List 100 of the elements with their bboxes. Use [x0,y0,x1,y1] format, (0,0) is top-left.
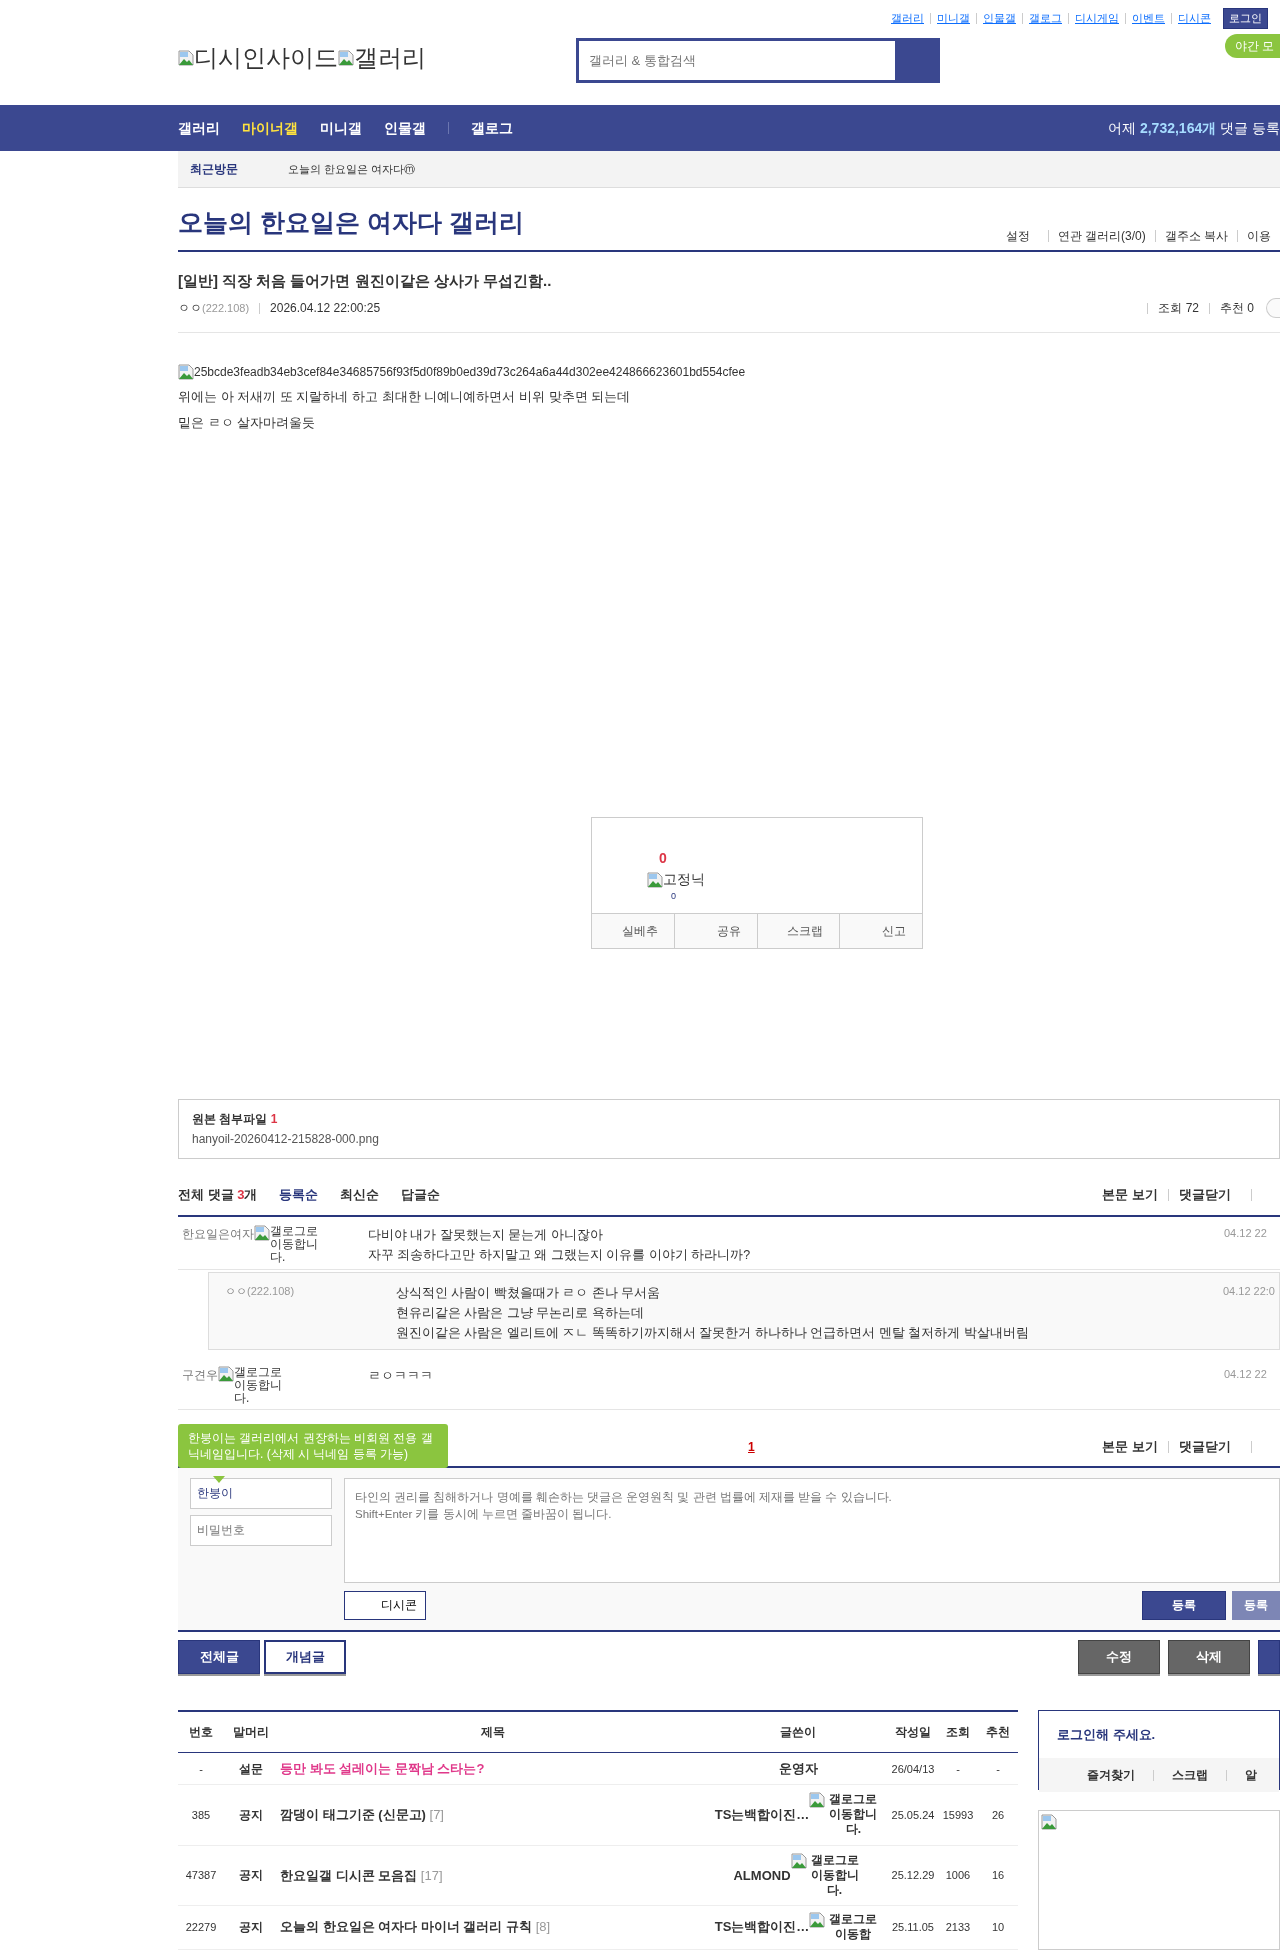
badge-alt-text[interactable]: 갤로그로 이동합 [825,1912,882,1943]
broken-image-icon [178,364,194,380]
comment-date: 04.12 22 [1224,1366,1268,1382]
login-button[interactable]: 로그인 [1223,8,1268,29]
column-header: 글쓴이 [708,1710,888,1753]
sidebar-link[interactable]: 즐겨찾기 [1087,1769,1153,1781]
vote-action-button[interactable]: 신고 [839,914,922,948]
action-button[interactable]: 수정 [1078,1639,1160,1674]
password-field[interactable]: 비밀번호 [190,1514,332,1546]
top-link[interactable]: 미니갤 [930,12,976,24]
comment-text: ㄹㅇㅋㅋㅋ [368,1367,434,1385]
vote-action-button[interactable]: 실베추 [592,914,674,948]
vote-action-button[interactable]: 스크랩 [756,914,840,948]
nav-link[interactable]: 마이너갤 [242,117,298,139]
sort-tab[interactable]: 최신순 [340,1185,380,1205]
list-button[interactable]: 개념글 [264,1639,346,1674]
badge-alt-text[interactable]: 갤로그로 이동합니다. [234,1365,289,1405]
row-category: 공지 [224,1845,278,1906]
row-date: 25.12.29 [888,1845,938,1906]
column-header: 말머리 [224,1710,278,1753]
comment-count: 전체 댓글 3개 [178,1186,258,1204]
top-link[interactable]: 갤로그 [1022,12,1068,24]
sort-tab[interactable]: 등록순 [279,1185,319,1205]
login-prompt[interactable]: 로그인해 주세요. [1039,1710,1279,1758]
gallery-title[interactable]: 오늘의 한요일은 여자다 갤러리 [178,204,524,242]
name-field[interactable]: 한붕이 [190,1477,332,1509]
nav-link[interactable]: 갤러리 [178,117,220,139]
writer-name[interactable]: 운영자 [778,1761,818,1777]
sidebar-link[interactable]: 알 [1226,1769,1275,1781]
comment-author[interactable]: 한요일은여자 [182,1224,254,1265]
row-date: 25.11.05 [888,1905,938,1949]
post-title-link[interactable]: 깜댕이 태그기준 (신문고) [280,1807,426,1823]
writer-name[interactable]: ALMOND [733,1867,791,1883]
view-count: 조회 72 [1158,300,1199,317]
page-link[interactable]: 1 [748,1437,755,1456]
comment-link[interactable]: 본문 보기 [1092,1188,1168,1201]
recent-link[interactable]: 오늘의 한요일은 여자다ⓜ [288,160,416,178]
column-header: 번호 [178,1710,224,1753]
post-text: 위에는 아 저새끼 또 지랄하네 하고 최대한 니예니예하면서 비위 맞추면 되는데 [178,388,632,406]
vote-action-button[interactable]: 공유 [673,914,757,948]
nav-link[interactable]: 인물갤 [384,117,426,139]
recommend-count: 0 [659,849,668,868]
broken-image-icon [254,1224,270,1241]
comment-text: 원진이같은 사람은 엘리트에 ㅈㄴ 똑똑하기까지해서 잘못한거 하나하나 언급하면서 멘탈 철저하게 박살내버림 [396,1324,1030,1342]
row-date: 26/04/13 [888,1752,938,1785]
nav-link[interactable]: 갤로그 [471,117,513,139]
top-link[interactable]: 디시콘 [1171,12,1217,24]
broken-image-icon [647,871,663,888]
row-likes: 10 [978,1905,1018,1949]
search-field[interactable]: 갤러리 & 통합검색 [576,38,940,83]
nav-link[interactable]: 미니갤 [320,117,362,139]
row-likes: - [978,1752,1018,1785]
list-button[interactable]: 전체글 [178,1639,260,1674]
attachment-file-link[interactable]: hanyoil-20260412-215828-000.png [192,1130,379,1148]
comment-author[interactable]: 구견우 [182,1365,218,1405]
row-category: 설문 [224,1752,278,1785]
post-title-link[interactable]: 한요일갤 디시콘 모음집 [280,1867,418,1883]
sort-tab[interactable]: 답글순 [401,1185,441,1205]
top-link[interactable]: 갤러리 [885,12,930,24]
gallery-link[interactable]: 이용 [1237,229,1280,242]
submit-button[interactable]: 등록 [1142,1590,1226,1620]
author-ip: (222.108) [247,1283,295,1299]
sidebar-link[interactable]: 스크랩 [1153,1769,1226,1781]
comment-link[interactable]: 댓글닫기 [1168,1188,1241,1201]
row-category: 공지 [224,1784,278,1846]
row-likes: 26 [978,1784,1018,1846]
top-link[interactable]: 인물갤 [976,12,1022,24]
writer-name[interactable]: TS는백합이진… [714,1807,810,1823]
comment-text: 자꾸 죄송하다고만 하지말고 왜 그랬는지 이유를 이야기 하라니까? [368,1246,752,1264]
broken-image-icon [218,1365,234,1382]
post-title-link[interactable]: 등만 봐도 설레이는 문짝남 스타는? [280,1761,485,1777]
comment-field[interactable]: 타인의 권리를 침해하거나 명예를 훼손하는 댓글은 운영원칙 및 관련 법률에 제재를 받을 수 있습니다. Shift+Enter 키를 동시에 누르면 줄바꿈이 됩니다. [344,1477,1280,1583]
writer-name[interactable]: TS는백합이진… [714,1919,810,1935]
logo-text[interactable]: 갤러리 [354,40,426,76]
comment-author[interactable]: ㅇㅇ [225,1282,247,1343]
nickname-tooltip: 한붕이는 갤러리에서 권장하는 비회원 전용 갤닉네임입니다. (삭제 시 닉네임 등록 가능) [178,1423,448,1468]
top-link[interactable]: 디시게임 [1068,12,1125,24]
badge-alt-text[interactable]: 갤로그로 이동합니다. [806,1852,863,1898]
top-link[interactable]: 이벤트 [1125,12,1171,24]
comment-link[interactable]: 본문 보기 [1092,1440,1168,1453]
gallery-link[interactable]: 연관 갤러리(3/0) [1047,229,1155,242]
list-button[interactable] [1258,1639,1280,1674]
dccon-button[interactable]: 디시콘 [344,1590,426,1620]
comment-text: 다비야 내가 잘못했는지 묻는게 아니잖아 [368,1226,604,1244]
row-number: 47387 [178,1845,224,1906]
column-header: 제목 [278,1710,708,1753]
comment-link[interactable]: 댓글닫기 [1168,1440,1241,1453]
author-name[interactable]: ㅇㅇ [178,299,202,317]
gallery-link[interactable]: 갤주소 복사 [1154,229,1237,242]
logo-text[interactable]: 디시인사이드 [194,40,338,76]
action-button[interactable]: 삭제 [1168,1639,1250,1674]
broken-image-icon [338,50,354,66]
badge-alt-text[interactable]: 갤로그로 이동합니다. [270,1224,320,1265]
broken-image-icon [809,1792,826,1809]
comment-date: 04.12 22:0 [1223,1283,1276,1299]
row-likes: 16 [978,1845,1018,1906]
gallery-link[interactable]: 설정 [996,229,1048,242]
badge-alt-text[interactable]: 갤로그로 이동합니다. [825,1792,882,1838]
post-title-link[interactable]: 오늘의 한요일은 여자다 마이너 갤러리 규칙 [280,1919,533,1935]
attachment-label: 원본 첨부파일 1 [192,1111,279,1128]
